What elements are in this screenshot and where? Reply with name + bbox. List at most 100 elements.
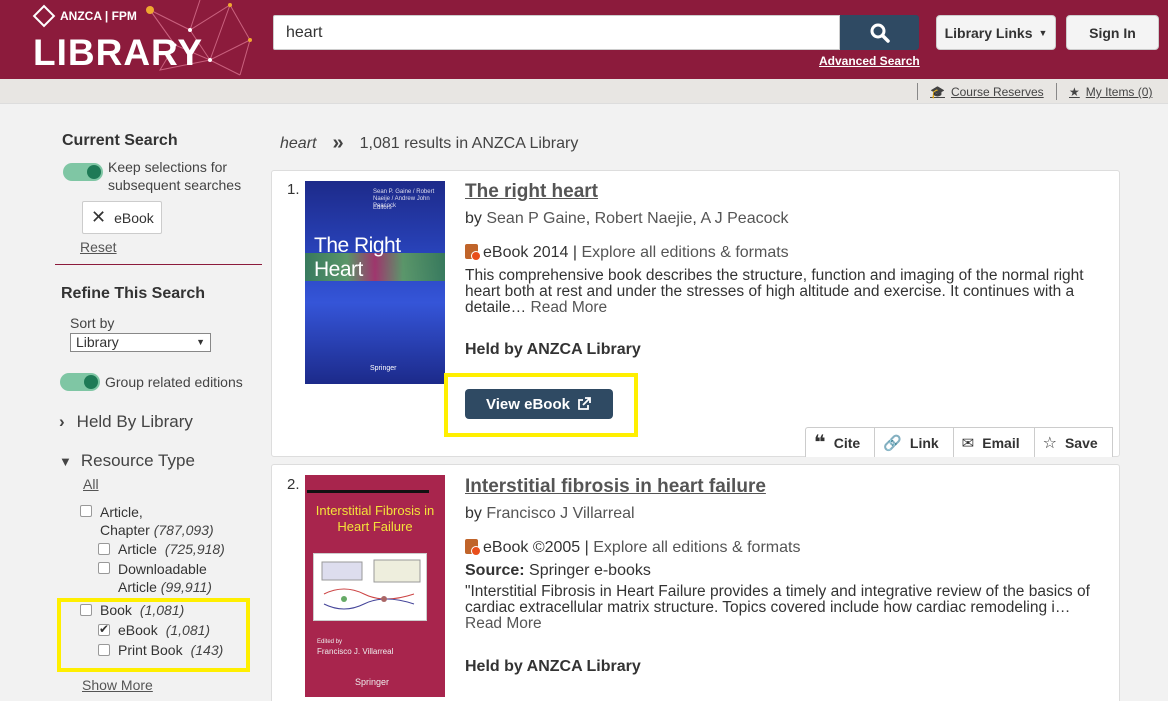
current-search-heading: Current Search bbox=[62, 132, 178, 149]
facet-label: Article bbox=[118, 541, 157, 557]
facet-article[interactable]: Article (725,918) bbox=[98, 541, 225, 557]
source-value: Springer e-books bbox=[529, 562, 651, 579]
results-count: 1,081 results in ANZCA Library bbox=[359, 134, 579, 152]
email-button[interactable]: ✉ Email bbox=[954, 428, 1035, 457]
result-description: This comprehensive book describes the st… bbox=[465, 268, 1095, 316]
author-link[interactable]: Francisco J Villarreal bbox=[486, 505, 634, 522]
result-title-link[interactable]: Interstitial fibrosis in heart failure bbox=[465, 476, 766, 498]
book-cover[interactable]: Interstitial Fibrosis in Heart Failure E… bbox=[305, 475, 445, 697]
result-title-link[interactable]: The right heart bbox=[465, 181, 598, 203]
star-icon: ★ bbox=[1069, 85, 1080, 99]
chevron-right-icon: › bbox=[59, 412, 65, 431]
caret-down-icon: ▼ bbox=[196, 337, 205, 347]
facet-count: (725,918) bbox=[164, 541, 225, 557]
checkbox[interactable] bbox=[98, 543, 110, 555]
library-links-button[interactable]: Library Links ▼ bbox=[936, 15, 1056, 50]
facet-label: Chapter bbox=[100, 522, 150, 538]
link-button[interactable]: 🔗 Link bbox=[875, 428, 954, 457]
result-description: "Interstitial Fibrosis in Heart Failure … bbox=[465, 584, 1095, 632]
course-reserves-label: Course Reserves bbox=[950, 85, 1044, 99]
chevron-down-icon: ▼ bbox=[59, 453, 72, 469]
explore-editions-link[interactable]: Explore all editions & formats bbox=[581, 244, 788, 261]
highlight-box bbox=[57, 598, 250, 672]
save-button[interactable]: ☆ Save bbox=[1035, 428, 1113, 457]
caret-down-icon: ▼ bbox=[1038, 27, 1048, 38]
divider bbox=[1056, 83, 1057, 100]
library-logo[interactable]: ANZCA | FPM LIBRARY bbox=[0, 0, 262, 79]
resource-type-label: Resource Type bbox=[80, 451, 195, 470]
search-button[interactable] bbox=[840, 15, 919, 50]
course-reserves-link[interactable]: 🎓 Course Reserves bbox=[930, 85, 1044, 99]
held-by-text: Held by ANZCA Library bbox=[465, 341, 641, 358]
close-icon[interactable]: ✕ bbox=[91, 207, 106, 228]
logo-title: LIBRARY bbox=[33, 32, 204, 73]
held-by-text: Held by ANZCA Library bbox=[465, 658, 641, 675]
checkbox[interactable] bbox=[98, 562, 110, 574]
crest-icon bbox=[32, 4, 56, 28]
query-text: heart bbox=[280, 134, 317, 152]
facet-label: Downloadable bbox=[118, 561, 207, 577]
source-label: Source: bbox=[465, 562, 525, 579]
divider bbox=[917, 83, 918, 100]
group-editions-toggle[interactable] bbox=[60, 373, 100, 391]
utility-bar: 🎓 Course Reserves ★ My Items (0) bbox=[0, 79, 1168, 104]
result-number: 2. bbox=[287, 476, 300, 493]
show-more-link[interactable]: Show More bbox=[82, 677, 153, 693]
author-link[interactable]: Sean P Gaine bbox=[486, 210, 585, 227]
facet-label: Article, bbox=[100, 504, 143, 520]
reset-link[interactable]: Reset bbox=[80, 239, 117, 255]
ebook-format-icon bbox=[465, 244, 481, 261]
keep-selections-toggle[interactable] bbox=[63, 163, 103, 181]
my-items-link[interactable]: ★ My Items (0) bbox=[1069, 85, 1152, 99]
chip-label: eBook bbox=[114, 209, 154, 226]
ebook-filter-chip[interactable]: ✕ eBook bbox=[82, 201, 162, 234]
result-format: eBook ©2005 | Explore all editions & for… bbox=[465, 539, 800, 557]
resource-type-facet[interactable]: ▼ Resource Type bbox=[59, 451, 195, 471]
keep-selections-label: Keep selections for subsequent searches bbox=[108, 159, 242, 193]
logo-org-text: ANZCA | FPM bbox=[60, 9, 137, 23]
all-link[interactable]: All bbox=[83, 476, 99, 492]
highlight-box bbox=[444, 373, 638, 437]
cover-publisher: Springer bbox=[355, 677, 390, 687]
cover-figure bbox=[313, 553, 427, 621]
format-text: eBook ©2005 bbox=[483, 539, 581, 556]
search-input[interactable]: heart bbox=[273, 15, 840, 50]
author-link[interactable]: A J Peacock bbox=[700, 210, 788, 227]
book-cover[interactable]: Sean P. Gaine / Robert Naeije / Andrew J… bbox=[305, 181, 445, 384]
author-link[interactable]: Robert Naejie bbox=[595, 210, 693, 227]
result-number: 1. bbox=[287, 181, 300, 198]
result-format: eBook 2014 | Explore all editions & form… bbox=[465, 244, 789, 262]
held-by-facet[interactable]: › Held By Library bbox=[59, 412, 193, 432]
email-label: Email bbox=[982, 434, 1020, 451]
description-text: "Interstitial Fibrosis in Heart Failure … bbox=[465, 583, 1090, 616]
facet-downloadable-article[interactable]: Downloadable Article (99,911) bbox=[98, 560, 212, 596]
refine-heading: Refine This Search bbox=[61, 285, 206, 302]
cover-editor-label: Edited by bbox=[317, 639, 343, 645]
cite-button[interactable]: ❝ Cite bbox=[806, 428, 876, 457]
graduation-cap-icon: 🎓 bbox=[930, 85, 945, 99]
quote-icon: ❝ bbox=[814, 431, 826, 454]
result-source: Source: Springer e-books bbox=[465, 562, 651, 580]
link-label: Link bbox=[909, 434, 939, 451]
search-icon bbox=[870, 23, 890, 43]
result-authors: by Francisco J Villarreal bbox=[465, 505, 635, 523]
explore-editions-link[interactable]: Explore all editions & formats bbox=[593, 539, 800, 556]
results-summary: heart » 1,081 results in ANZCA Library bbox=[280, 132, 578, 155]
sign-in-label: Sign In bbox=[1089, 24, 1136, 41]
format-text: eBook 2014 bbox=[483, 244, 569, 261]
by-label: by bbox=[465, 210, 482, 227]
sort-select[interactable]: Library ▼ bbox=[70, 333, 211, 352]
read-more-link[interactable]: Read More bbox=[465, 615, 542, 632]
cover-title: The Right Heart bbox=[314, 234, 401, 281]
double-chevron-icon: » bbox=[332, 132, 344, 154]
read-more-link[interactable]: Read More bbox=[531, 299, 608, 316]
cover-publisher: Springer bbox=[370, 365, 397, 372]
sort-value: Library bbox=[76, 334, 119, 350]
facet-article-chapter[interactable]: Article, Chapter (787,093) bbox=[80, 503, 214, 539]
advanced-search-link[interactable]: Advanced Search bbox=[819, 54, 920, 68]
facet-count: (787,093) bbox=[153, 522, 214, 538]
checkbox[interactable] bbox=[80, 505, 92, 517]
header-bar: ANZCA | FPM LIBRARY heart Advanced Searc… bbox=[0, 0, 1168, 79]
save-label: Save bbox=[1064, 434, 1098, 451]
sign-in-button[interactable]: Sign In bbox=[1066, 15, 1159, 50]
